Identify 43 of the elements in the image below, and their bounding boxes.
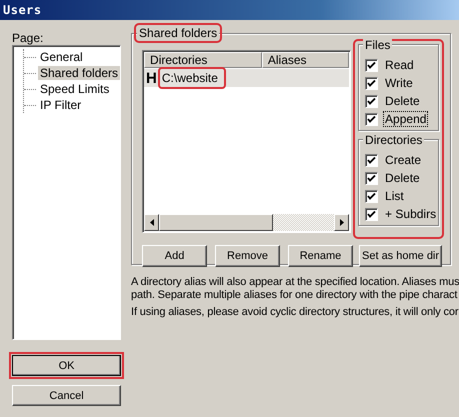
checkbox[interactable] [365, 154, 378, 166]
scroll-left-button[interactable] [144, 214, 160, 231]
checkbox[interactable] [365, 208, 378, 220]
tree-item[interactable]: Speed Limits [38, 82, 112, 96]
checkbox[interactable] [365, 94, 378, 108]
group-title: Files [363, 38, 392, 52]
tree-item[interactable]: IP Filter [38, 98, 84, 112]
list-row[interactable]: H C:\website [144, 69, 350, 87]
checkbox-label[interactable]: List [383, 188, 406, 204]
rename-button[interactable]: Rename [288, 245, 353, 267]
add-button[interactable]: Add [142, 245, 208, 267]
ok-button[interactable]: OK [12, 355, 122, 376]
set-home-button[interactable]: Set as home dir [359, 245, 442, 267]
checkbox[interactable] [365, 172, 378, 184]
home-marker: H [146, 70, 157, 86]
checkbox-label[interactable]: Delete [383, 93, 422, 109]
group-title: Shared folders [137, 26, 220, 40]
scroll-right-button[interactable] [334, 214, 350, 231]
checkbox[interactable] [365, 58, 378, 72]
page-label: Page: [12, 31, 44, 45]
help-text: A directory alias will also appear at the specified location. Aliases mus path. Separate multiple aliases for one directory with the pipe charact [131, 276, 459, 302]
checkbox[interactable] [365, 112, 378, 126]
checkbox[interactable] [365, 190, 378, 202]
window-title: Users [3, 3, 42, 17]
left-arrow-icon [150, 219, 154, 226]
remove-button[interactable]: Remove [215, 245, 280, 267]
directory-path: C:\website [160, 69, 224, 87]
checkbox-label[interactable]: Delete [383, 170, 422, 186]
checkbox-label[interactable]: Append [383, 111, 428, 127]
checkbox-label[interactable]: Read [383, 57, 416, 73]
checkbox-label[interactable]: + Subdirs [383, 206, 438, 222]
right-arrow-icon [340, 219, 344, 226]
help-text: If using aliases, please avoid cyclic directory structures, it will only cor [131, 306, 459, 319]
checkbox[interactable] [365, 76, 378, 90]
checkbox-label[interactable]: Create [383, 152, 424, 168]
tree-item[interactable]: Shared folders [38, 66, 120, 80]
checkbox-label[interactable]: Write [383, 75, 415, 91]
column-header[interactable]: Directories [144, 52, 262, 68]
column-header[interactable]: Aliases [262, 52, 350, 68]
tree-item[interactable]: General [38, 50, 85, 64]
scrollbar-thumb[interactable] [159, 214, 274, 231]
cancel-button[interactable]: Cancel [12, 385, 122, 406]
group-title: Directories [363, 133, 424, 147]
